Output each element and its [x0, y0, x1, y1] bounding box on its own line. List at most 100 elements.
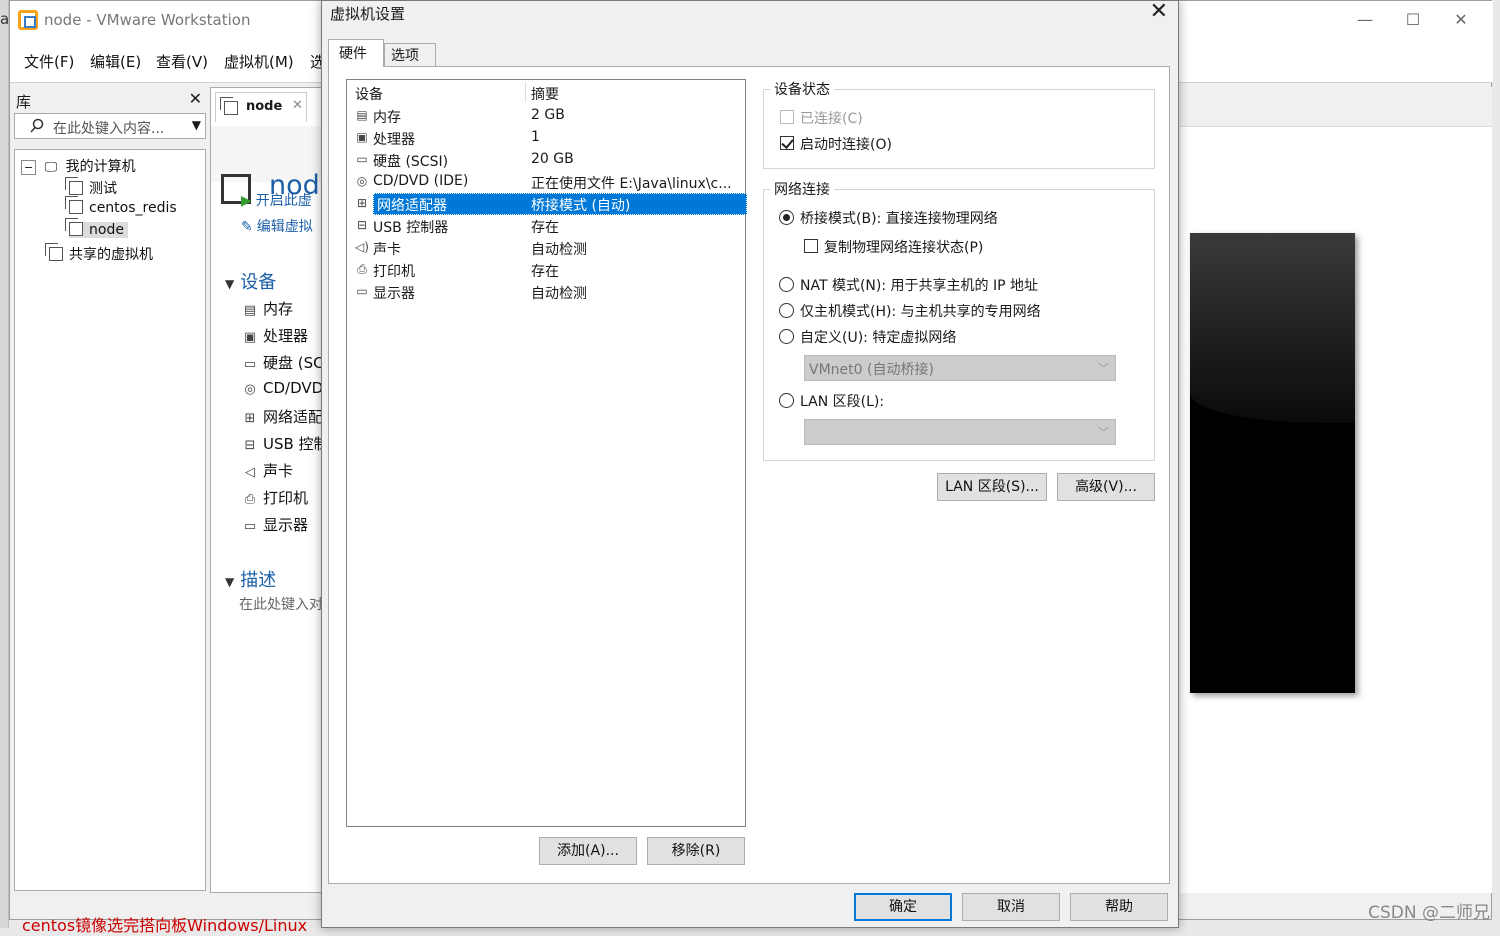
- menu-view[interactable]: 查看(V): [156, 51, 208, 72]
- usb-icon: ⊟: [356, 218, 368, 232]
- library-title: 库: [16, 93, 32, 111]
- monitor-icon: ▭: [243, 519, 257, 534]
- background-page-text: centos镜像选完搭向板Windows/Linux: [22, 916, 308, 935]
- custom-radio[interactable]: [779, 329, 794, 344]
- lan-segments-button[interactable]: LAN 区段(S)...: [937, 473, 1047, 501]
- connected-checkbox[interactable]: [780, 110, 794, 124]
- triangle-down-icon: ▼: [225, 277, 235, 291]
- remove-device-button[interactable]: 移除(R): [647, 837, 745, 865]
- action-label: 编辑虚拟: [256, 219, 313, 235]
- vm-icon: [65, 218, 83, 236]
- tree-item-shared-vms[interactable]: 共享的虚拟机: [45, 243, 153, 264]
- menu-vm[interactable]: 虚拟机(M): [224, 51, 294, 72]
- column-header-summary[interactable]: 摘要: [531, 84, 559, 104]
- device-memory[interactable]: ▤ 内存: [241, 298, 293, 319]
- device-harddisk[interactable]: ▭ 硬盘 (SC: [241, 352, 324, 373]
- device-summary: 20 GB: [531, 151, 574, 167]
- connect-at-power-on-checkbox[interactable]: [780, 136, 794, 150]
- edit-settings-link[interactable]: ✎ 编辑虚拟: [241, 216, 313, 236]
- column-divider[interactable]: [525, 82, 526, 102]
- description-section-header[interactable]: ▼ 描述: [225, 566, 276, 592]
- device-label: 打印机: [263, 489, 309, 507]
- tab-options[interactable]: 选项: [384, 43, 436, 67]
- device-printer[interactable]: ⎙ 打印机: [241, 487, 308, 508]
- vm-screen-thumbnail[interactable]: [1190, 233, 1355, 693]
- add-device-button[interactable]: 添加(A)...: [539, 837, 637, 865]
- processor-icon: ▣: [243, 330, 257, 345]
- device-cdrom[interactable]: ◎ CD/DVD: [241, 379, 323, 397]
- devices-section-header[interactable]: ▼ 设备: [225, 268, 276, 294]
- power-on-link[interactable]: ▶ 开启此虚: [241, 190, 312, 210]
- device-label: 显示器: [263, 516, 309, 534]
- list-item-harddisk[interactable]: ▭ 硬盘 (SCSI) 20 GB: [351, 149, 743, 171]
- device-network[interactable]: ⊞ 网络适配: [241, 406, 323, 427]
- window-title: node - VMware Workstation: [44, 11, 251, 29]
- library-tree: − 🖵 我的计算机 测试 centos_redis node 共享的虚拟机: [14, 149, 206, 891]
- vm-header: node: [211, 126, 336, 204]
- device-display[interactable]: ▭ 显示器: [241, 514, 308, 535]
- list-item-network-selected[interactable]: ⊞ 网络适配器 桥接模式 (自动): [351, 193, 747, 215]
- device-processor[interactable]: ▣ 处理器: [241, 325, 308, 346]
- tree-item-label: 测试: [89, 181, 117, 197]
- close-icon[interactable]: ✕: [292, 98, 303, 113]
- window-controls: — ☐ ✕: [1343, 7, 1483, 33]
- vm-preview-area: [1180, 87, 1492, 893]
- collapse-icon[interactable]: −: [21, 160, 37, 175]
- cancel-button[interactable]: 取消: [962, 893, 1060, 921]
- harddisk-icon: ▭: [356, 152, 368, 166]
- tab-hardware[interactable]: 硬件: [328, 39, 384, 67]
- description-input[interactable]: 在此处键入对: [239, 594, 323, 614]
- chevron-down-icon[interactable]: ▼: [192, 118, 201, 132]
- bridged-radio[interactable]: [779, 210, 794, 225]
- list-item-printer[interactable]: ⎙ 打印机 存在: [351, 259, 743, 281]
- cdrom-icon: ◎: [356, 174, 368, 188]
- help-button[interactable]: 帮助: [1070, 893, 1168, 921]
- list-item-sound[interactable]: ◁) 声卡 自动检测: [351, 237, 743, 259]
- dialog-close-button[interactable]: ✕: [1150, 0, 1168, 24]
- list-item-memory[interactable]: ▤ 内存 2 GB: [351, 105, 743, 127]
- tree-item-my-computer[interactable]: − 🖵 我的计算机: [21, 156, 136, 176]
- tree-item-vm-node[interactable]: node: [65, 218, 128, 238]
- section-label: 设备: [240, 272, 277, 293]
- maximize-button[interactable]: ☐: [1391, 7, 1435, 33]
- menu-edit[interactable]: 编辑(E): [90, 51, 141, 72]
- minimize-button[interactable]: —: [1343, 7, 1387, 33]
- tab-label: node: [246, 99, 283, 114]
- library-close-button[interactable]: ✕: [189, 89, 202, 108]
- lan-segment-label: LAN 区段(L):: [800, 394, 885, 410]
- vm-settings-dialog: 虚拟机设置 ✕ 硬件 选项 设备 摘要 ▤ 内存 2 GB ▣ 处理器 1 ▭ …: [321, 0, 1179, 928]
- device-name: 硬盘 (SCSI): [373, 154, 449, 170]
- list-item-usb[interactable]: ⊟ USB 控制器 存在: [351, 215, 743, 237]
- device-status-group: 设备状态 已连接(C) 启动时连接(O): [763, 79, 1155, 169]
- device-usb[interactable]: ⊟ USB 控制: [241, 433, 329, 454]
- host-only-radio[interactable]: [779, 303, 794, 318]
- device-label: 硬盘 (SC: [263, 354, 324, 372]
- menu-file[interactable]: 文件(F): [24, 51, 74, 72]
- replicate-state-checkbox[interactable]: [804, 239, 818, 253]
- tab-node[interactable]: node ✕: [215, 92, 307, 122]
- lan-segment-radio[interactable]: [779, 393, 794, 408]
- select-value: VMnet0 (自动桥接): [809, 362, 934, 378]
- device-sound[interactable]: ◁ 声卡: [241, 460, 293, 481]
- list-item-processor[interactable]: ▣ 处理器 1: [351, 127, 743, 149]
- advanced-button[interactable]: 高级(V)...: [1057, 473, 1155, 501]
- lan-segment-select[interactable]: ﹀: [804, 419, 1116, 445]
- tree-item-vm-centos-redis[interactable]: centos_redis: [65, 196, 177, 216]
- device-label: CD/DVD: [263, 379, 324, 397]
- network-icon: ⊞: [244, 411, 256, 426]
- library-search-input[interactable]: 在此处键入内容... ▼: [14, 113, 206, 139]
- column-header-device[interactable]: 设备: [355, 84, 383, 104]
- close-window-button[interactable]: ✕: [1439, 7, 1483, 33]
- device-label: 声卡: [263, 462, 294, 480]
- device-summary: 存在: [531, 220, 559, 236]
- tree-item-vm-test[interactable]: 测试: [65, 177, 117, 198]
- sound-icon: ◁: [245, 465, 255, 480]
- custom-network-select[interactable]: VMnet0 (自动桥接) ﹀: [804, 355, 1116, 381]
- device-name: 内存: [373, 110, 401, 126]
- list-item-display[interactable]: ▭ 显示器 自动检测: [351, 281, 743, 303]
- ok-button[interactable]: 确定: [854, 893, 952, 921]
- list-item-cdrom[interactable]: ◎ CD/DVD (IDE) 正在使用文件 E:\Java\linux\c...: [351, 171, 743, 193]
- background-window-edge: ai: [0, 0, 13, 928]
- tree-item-label: centos_redis: [89, 200, 177, 216]
- nat-radio[interactable]: [779, 277, 794, 292]
